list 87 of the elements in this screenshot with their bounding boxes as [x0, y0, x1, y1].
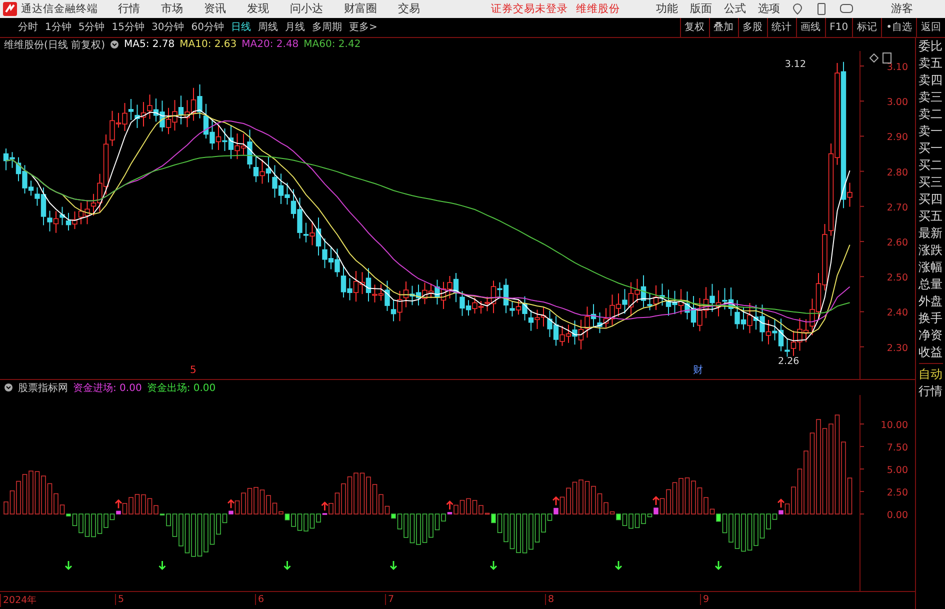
menu-item[interactable]: 功能	[656, 1, 678, 16]
quote-tab[interactable]: 卖四	[918, 72, 942, 89]
date-axis-label: 9	[700, 594, 710, 605]
quote-tab[interactable]: 买五	[918, 208, 942, 225]
login-notice[interactable]: 证券交易未登录	[491, 2, 568, 16]
menu-item[interactable]: 行情	[118, 1, 140, 16]
quote-tab[interactable]: 买二	[918, 157, 942, 174]
date-axis-label: 6	[255, 594, 264, 605]
menu-item[interactable]: 问小达	[290, 1, 323, 16]
pin-icon[interactable]	[792, 2, 803, 15]
price-tick-label: 2.30	[886, 342, 908, 354]
period-tab[interactable]: 1分钟	[45, 20, 72, 34]
quote-tab[interactable]: 最新	[918, 225, 942, 242]
user-label[interactable]: 游客	[891, 1, 913, 16]
low-price-label: 2.26	[778, 356, 800, 367]
quote-tab[interactable]: 外盘	[918, 293, 942, 310]
menu-item[interactable]: 市场	[161, 1, 183, 16]
indicator-title: 股票指标网	[18, 382, 68, 394]
period-tab[interactable]: 30分钟	[151, 20, 184, 34]
ma-value: MA10: 2.63	[180, 39, 237, 50]
indicator-tick-label: 10.00	[880, 420, 908, 431]
period-tab[interactable]: 周线	[258, 20, 278, 34]
quote-tab[interactable]: 卖三	[918, 89, 942, 106]
quote-tab[interactable]: 买一	[918, 140, 942, 157]
menu-item[interactable]: 资讯	[204, 1, 226, 16]
menu-item[interactable]: 发现	[247, 1, 269, 16]
price-tick-label: 2.90	[886, 132, 908, 144]
period-tab[interactable]: 60分钟	[191, 20, 224, 34]
event-marker[interactable]: 5	[190, 365, 196, 376]
price-tick-label: 2.60	[886, 238, 908, 248]
indicator-tick-label: 2.50	[886, 488, 908, 498]
indicator-tick-label: 7.50	[886, 442, 908, 454]
indicator-tick-label: 5.00	[886, 465, 908, 476]
panel-icon[interactable]	[882, 52, 892, 64]
price-tick-label: 3.00	[886, 97, 908, 108]
menu-item[interactable]: 选项	[758, 1, 780, 16]
quote-tab[interactable]: 换手	[918, 310, 942, 327]
stock-name[interactable]: 维维股份	[576, 2, 620, 16]
period-tab[interactable]: 月线	[284, 20, 305, 34]
quote-tab[interactable]: 买三	[918, 174, 942, 191]
quote-tab[interactable]: 卖五	[918, 55, 942, 72]
quote-tab[interactable]: 买四	[918, 191, 942, 208]
quote-tab[interactable]: 卖二	[918, 106, 942, 123]
price-tick-label: 2.70	[886, 202, 908, 214]
quote-tab[interactable]: 净资	[918, 327, 942, 344]
price-tick-label: 2.50	[886, 272, 908, 284]
price-tick-label: 2.80	[886, 167, 908, 178]
quote-tab[interactable]: 总量	[918, 276, 942, 293]
indicator-tick-label: 0.00	[886, 510, 908, 521]
quote-tab[interactable]: 涨幅	[918, 259, 942, 276]
price-tick-label: 3.10	[886, 62, 908, 73]
chart-title: 维维股份(日线 前复权)	[4, 38, 105, 52]
menu-item[interactable]: 版面	[690, 1, 712, 16]
period-tab[interactable]: 5分钟	[78, 20, 105, 34]
quote-tab[interactable]: 委比	[918, 38, 942, 55]
high-price-label: 3.12	[784, 59, 806, 70]
date-axis-label: 2024年	[0, 594, 38, 607]
auto-quote-label[interactable]: 自动	[918, 366, 942, 383]
date-axis-label: 5	[115, 594, 124, 605]
period-tab[interactable]: 15分钟	[112, 20, 144, 34]
ma-value: MA5: 2.78	[124, 39, 175, 50]
price-tick-label: 2.40	[886, 308, 908, 319]
period-tab[interactable]: 更多>	[348, 20, 378, 34]
quote-tab[interactable]: 收益	[918, 344, 942, 361]
event-marker[interactable]: 财	[693, 365, 703, 376]
menu-item[interactable]: 交易	[398, 1, 420, 16]
collapse-icon[interactable]	[110, 40, 119, 49]
message-icon[interactable]	[840, 4, 853, 14]
app-title: 通达信金融终端	[21, 2, 98, 16]
auto-quote-label[interactable]: 行情	[918, 383, 942, 400]
date-axis-label: 8	[545, 594, 554, 605]
period-tab[interactable]: 分时	[18, 20, 38, 34]
quote-tab[interactable]: 涨跌	[918, 242, 942, 259]
date-axis-label: 7	[385, 594, 394, 605]
indicator-value: 资金出场: 0.00	[146, 382, 216, 394]
ma-value: MA60: 2.42	[304, 39, 361, 50]
phone-icon[interactable]	[817, 2, 826, 15]
period-tab[interactable]: 多周期	[312, 20, 342, 34]
ma-value: MA20: 2.48	[242, 39, 299, 50]
diamond-icon[interactable]	[869, 53, 879, 63]
indicator-value: 资金进场: 0.00	[73, 382, 142, 394]
menu-item[interactable]: 财富圈	[344, 1, 377, 16]
app-logo-icon	[3, 2, 17, 16]
menu-item[interactable]: 公式	[724, 1, 746, 16]
collapse-icon[interactable]	[4, 383, 13, 392]
period-tab[interactable]: 日线	[230, 20, 251, 34]
quote-tab[interactable]: 卖一	[918, 123, 942, 140]
